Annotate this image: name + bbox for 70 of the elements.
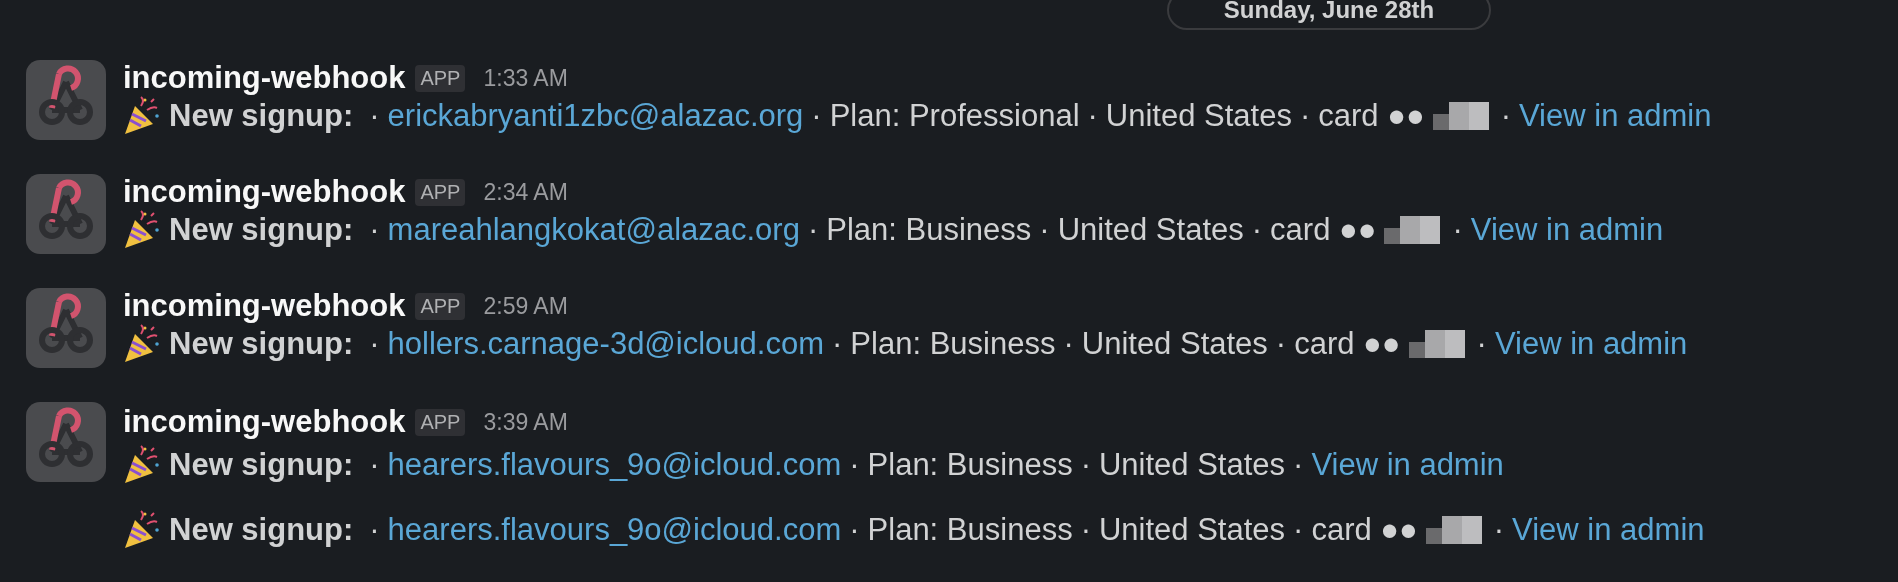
separator-dot: · bbox=[369, 212, 380, 248]
message-title: New signup: bbox=[169, 447, 354, 483]
email-link[interactable]: erickabryanti1zbc@alazac.org bbox=[387, 98, 804, 134]
app-badge: APP bbox=[415, 178, 466, 206]
sender-name[interactable]: incoming-webhook bbox=[123, 60, 406, 96]
separator-dot: · bbox=[1493, 512, 1505, 548]
detail-text: United States bbox=[1105, 98, 1292, 134]
detail-text: card ●● bbox=[1311, 512, 1418, 548]
separator-dot: · bbox=[1087, 98, 1098, 134]
detail-text: Plan: Business bbox=[867, 512, 1073, 548]
separator-dot: · bbox=[807, 212, 819, 248]
app-badge: APP bbox=[415, 64, 466, 92]
separator-dot: · bbox=[1299, 98, 1311, 134]
separator-dot: · bbox=[1293, 447, 1304, 483]
separator-dot: · bbox=[369, 326, 380, 362]
detail-text: United States bbox=[1081, 326, 1268, 362]
separator-dot: · bbox=[1452, 212, 1463, 248]
webhook-avatar-icon bbox=[26, 60, 106, 140]
webhook-avatar-icon bbox=[26, 402, 106, 482]
message-title: New signup: bbox=[169, 98, 354, 134]
view-in-admin-link[interactable]: View in admin bbox=[1494, 326, 1688, 362]
email-link[interactable]: hollers.carnage-3d@icloud.com bbox=[387, 326, 825, 362]
sender-name[interactable]: incoming-webhook bbox=[123, 174, 406, 210]
separator-dot: · bbox=[832, 326, 843, 362]
separator-dot: · bbox=[1275, 326, 1287, 362]
detail-text: Plan: Business bbox=[867, 447, 1073, 483]
separator-dot: · bbox=[1251, 212, 1263, 248]
detail-text: United States bbox=[1098, 512, 1286, 548]
detail-text: United States bbox=[1057, 212, 1244, 248]
separator-dot: · bbox=[369, 512, 380, 548]
app-badge: APP bbox=[415, 292, 466, 320]
date-divider-button[interactable]: Sunday, June 28th bbox=[1167, 0, 1491, 30]
email-link[interactable]: mareahlangkokat@alazac.org bbox=[387, 212, 800, 248]
separator-dot: · bbox=[369, 98, 380, 134]
separator-dot: · bbox=[1293, 512, 1304, 548]
separator-dot: · bbox=[849, 447, 860, 483]
separator-dot: · bbox=[1063, 326, 1074, 362]
view-in-admin-link[interactable]: View in admin bbox=[1512, 512, 1705, 548]
separator-dot: · bbox=[1476, 326, 1487, 362]
separator-dot: · bbox=[1039, 212, 1050, 248]
email-link[interactable]: hearers.flavours_9o@icloud.com bbox=[387, 512, 842, 548]
detail-text: Plan: Business bbox=[826, 212, 1032, 248]
separator-dot: · bbox=[1500, 98, 1511, 134]
view-in-admin-link[interactable]: View in admin bbox=[1470, 212, 1664, 248]
timestamp[interactable]: 3:39 AM bbox=[483, 408, 568, 436]
separator-dot: · bbox=[849, 512, 860, 548]
separator-dot: · bbox=[1080, 447, 1091, 483]
message-title: New signup: bbox=[169, 512, 354, 548]
view-in-admin-link[interactable]: View in admin bbox=[1311, 447, 1504, 483]
separator-dot: · bbox=[369, 447, 380, 483]
email-link[interactable]: hearers.flavours_9o@icloud.com bbox=[387, 447, 842, 483]
webhook-avatar-icon bbox=[26, 288, 106, 368]
webhook-avatar-icon bbox=[26, 174, 106, 254]
detail-text: United States bbox=[1098, 447, 1286, 483]
message-title: New signup: bbox=[169, 212, 354, 248]
separator-dot: · bbox=[1080, 512, 1091, 548]
timestamp[interactable]: 2:34 AM bbox=[483, 178, 568, 206]
detail-text: Plan: Business bbox=[850, 326, 1056, 362]
timestamp[interactable]: 2:59 AM bbox=[483, 292, 568, 320]
sender-name[interactable]: incoming-webhook bbox=[123, 404, 406, 440]
app-badge: APP bbox=[415, 408, 466, 436]
detail-text: card ●● bbox=[1294, 326, 1401, 362]
timestamp[interactable]: 1:33 AM bbox=[483, 64, 568, 92]
sender-name[interactable]: incoming-webhook bbox=[123, 288, 406, 324]
detail-text: card ●● bbox=[1270, 212, 1377, 248]
detail-text: Plan: Professional bbox=[829, 98, 1080, 134]
view-in-admin-link[interactable]: View in admin bbox=[1519, 98, 1712, 134]
message-title: New signup: bbox=[169, 326, 354, 362]
detail-text: card ●● bbox=[1318, 98, 1425, 134]
separator-dot: · bbox=[811, 98, 822, 134]
